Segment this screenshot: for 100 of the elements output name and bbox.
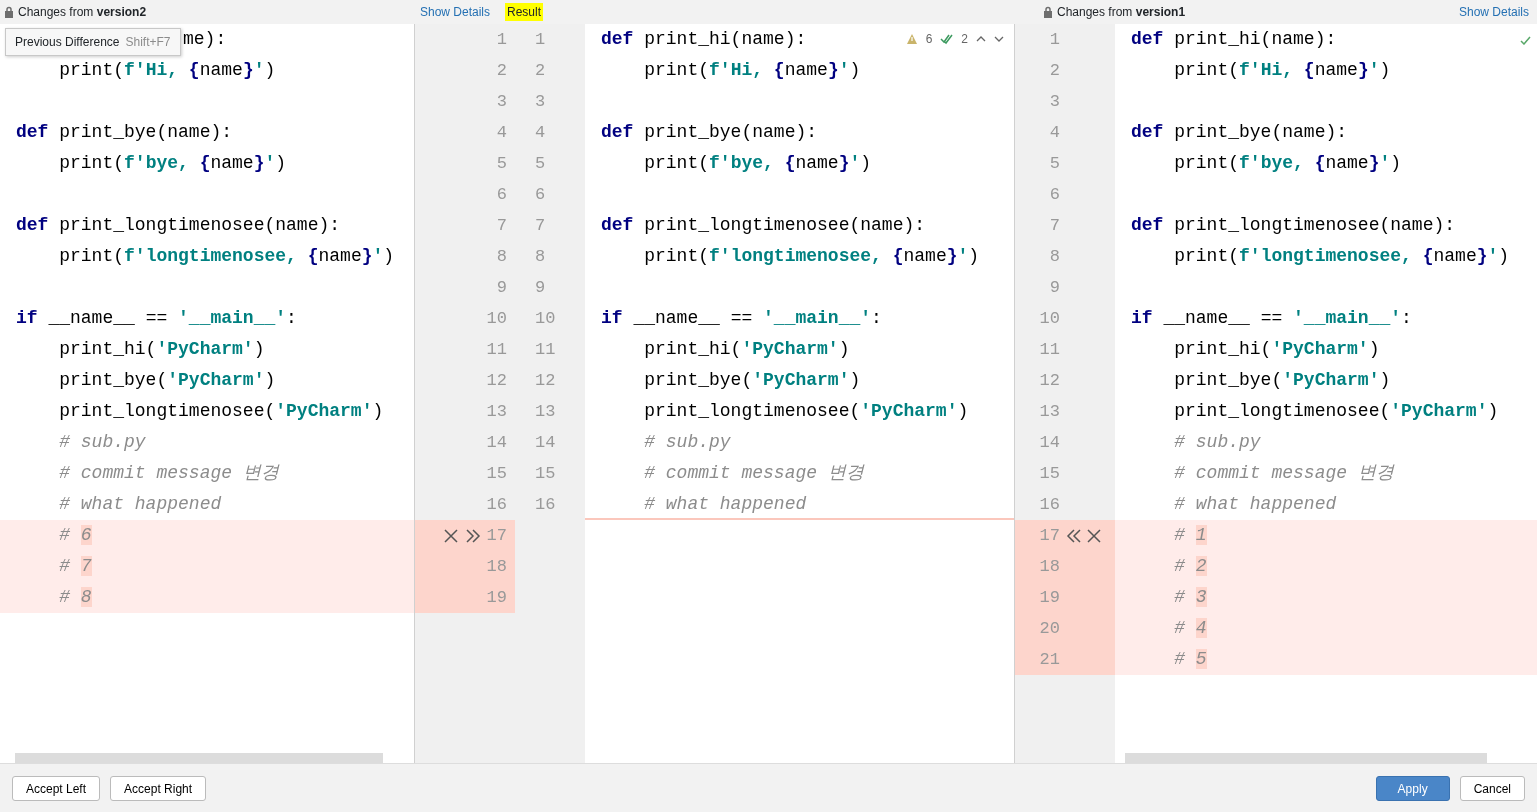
code-line: # sub.py (58, 431, 146, 454)
line-number: 11 (486, 339, 507, 361)
line-number: 2 (535, 60, 546, 82)
show-details-link[interactable]: Show Details (420, 3, 491, 21)
line-number: 10 (1039, 308, 1060, 330)
code-line: print_bye('PyCharm') (643, 369, 861, 392)
chevrons-right-icon[interactable] (464, 527, 481, 544)
line-number: 13 (535, 401, 556, 423)
line-number: 1 (496, 29, 507, 51)
code-line: print(f'bye, {name}') (643, 152, 872, 175)
line-number: 1 (1049, 29, 1060, 51)
action-button[interactable]: Cancel (1459, 775, 1525, 801)
line-number: 3 (1049, 91, 1060, 113)
line-number: 2 (1049, 60, 1060, 82)
code-line: print(f'longtimenosee, {name}') (643, 245, 980, 268)
line-number: 1 (535, 29, 546, 51)
chevrons-left-icon[interactable] (1066, 527, 1082, 544)
line-number: 9 (496, 277, 507, 299)
pane-title: Changes from version1 (1057, 4, 1186, 21)
code-line: # 2 (1173, 555, 1207, 578)
code-line: if __name__ == '__main__': (1131, 307, 1412, 330)
scrollbar[interactable] (15, 753, 383, 763)
line-number: 16 (1039, 494, 1060, 516)
line-number: 8 (1049, 246, 1060, 268)
action-button[interactable]: Apply (1375, 775, 1450, 801)
code-line: # what happened (1173, 493, 1337, 516)
line-number: 9 (1049, 277, 1060, 299)
lock-icon (4, 6, 14, 18)
check-count: 2 (961, 31, 968, 48)
code-line: me): (183, 28, 227, 51)
line-number: 15 (535, 463, 556, 485)
code-line: # what happened (58, 493, 222, 516)
code-line: print(f'bye, {name}') (58, 152, 287, 175)
line-number: 16 (535, 494, 556, 516)
line-number: 10 (535, 308, 556, 330)
code-line: print_bye('PyCharm') (58, 369, 276, 392)
line-number: 13 (1039, 401, 1060, 423)
line-number: 12 (486, 370, 507, 392)
code-line: def print_longtimenosee(name): (16, 214, 341, 237)
line-number: 14 (486, 432, 507, 454)
line-number: 12 (1039, 370, 1060, 392)
code-line: print_longtimenosee('PyCharm') (1173, 400, 1499, 423)
warning-icon (905, 33, 918, 45)
line-number: 20 (1039, 618, 1060, 640)
code-line: if __name__ == '__main__': (601, 307, 882, 330)
pane-title: Changes from version2 (18, 4, 147, 21)
line-number: 8 (535, 246, 546, 268)
code-line: print_hi('PyCharm') (643, 338, 850, 361)
code-line: print_hi('PyCharm') (58, 338, 265, 361)
chevron-up-icon[interactable] (976, 35, 986, 43)
line-number: 7 (1049, 215, 1060, 237)
code-line: print(f'longtimenosee, {name}') (1173, 245, 1510, 268)
line-number: 7 (496, 215, 507, 237)
code-line: # what happened (643, 493, 807, 516)
line-number: 6 (1049, 184, 1060, 206)
code-line: print(f'bye, {name}') (1173, 152, 1402, 175)
line-number: 3 (535, 91, 546, 113)
code-line: def print_longtimenosee(name): (601, 214, 926, 237)
code-line: def print_bye(name): (16, 121, 233, 144)
line-number: 19 (486, 587, 507, 609)
code-line: def print_hi(name): (1131, 28, 1337, 51)
tooltip: Previous Difference Shift+F7 (5, 28, 181, 56)
close-icon[interactable] (1086, 527, 1102, 544)
line-number: 5 (1049, 153, 1060, 175)
line-number: 6 (496, 184, 507, 206)
line-number: 14 (535, 432, 556, 454)
line-number: 5 (535, 153, 546, 175)
line-number: 2 (496, 60, 507, 82)
line-number: 15 (486, 463, 507, 485)
code-line: print(f'Hi, {name}') (58, 59, 276, 82)
code-line: # 5 (1173, 648, 1207, 671)
action-button[interactable]: Accept Left (12, 775, 101, 801)
action-button[interactable]: Accept Right (110, 775, 207, 801)
code-line: print_longtimenosee('PyCharm') (643, 400, 969, 423)
code-line: print_longtimenosee('PyCharm') (58, 400, 384, 423)
code-line: # 1 (1173, 524, 1207, 547)
code-line: def print_longtimenosee(name): (1131, 214, 1456, 237)
code-line: # 3 (1173, 586, 1207, 609)
code-line: # 7 (58, 555, 92, 578)
code-line: def print_bye(name): (601, 121, 818, 144)
line-number: 11 (1039, 339, 1060, 361)
line-number: 18 (1039, 556, 1060, 578)
show-details-link[interactable]: Show Details (1458, 3, 1529, 21)
code-line: print_bye('PyCharm') (1173, 369, 1391, 392)
code-line: # commit message 변경 (1173, 462, 1394, 485)
code-line: # sub.py (643, 431, 731, 454)
line-number: 3 (496, 91, 507, 113)
code-line: def print_hi(name): (601, 28, 807, 51)
line-number: 13 (486, 401, 507, 423)
check-icon (1520, 36, 1531, 46)
line-number: 11 (535, 339, 556, 361)
chevron-down-icon[interactable] (994, 35, 1004, 43)
close-icon[interactable] (442, 527, 459, 544)
scrollbar[interactable] (1125, 753, 1487, 763)
line-number: 4 (496, 122, 507, 144)
code-line: print(f'Hi, {name}') (643, 59, 861, 82)
code-line: # 4 (1173, 617, 1207, 640)
line-number: 7 (535, 215, 546, 237)
code-line: print(f'Hi, {name}') (1173, 59, 1391, 82)
line-number: 17 (1039, 525, 1060, 547)
